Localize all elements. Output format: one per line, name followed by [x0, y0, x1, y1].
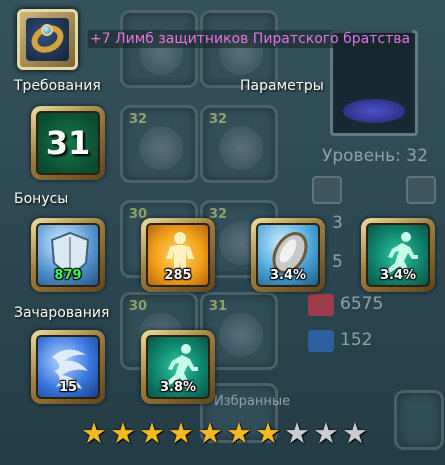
inventory-slot[interactable]: 32 [120, 105, 198, 183]
star-filled-icon: ★ [197, 416, 223, 450]
stat-health: 6575 [340, 294, 384, 314]
star-empty-icon: ★ [342, 416, 368, 450]
inventory-slot[interactable] [394, 390, 444, 450]
bonus-value: 3.4% [269, 268, 307, 283]
rating-stars: ★ ★ ★ ★ ★ ★ ★ ★ ★ ★ [80, 418, 369, 448]
enchantment-value: 3.8% [159, 380, 197, 395]
bonus-slot[interactable]: 3.4% [251, 218, 325, 292]
sword-icon[interactable] [312, 176, 342, 204]
slot-level: 31 [209, 299, 228, 314]
bonus-value: 3.4% [379, 268, 417, 283]
bonus-slot[interactable]: 879 [31, 218, 105, 292]
slot-level: 30 [129, 299, 148, 314]
stat-partial: 5 [332, 252, 343, 272]
star-empty-icon: ★ [313, 416, 339, 450]
star-filled-icon: ★ [255, 416, 281, 450]
slot-level: 32 [209, 112, 228, 127]
bonus-slot[interactable]: 3.4% [361, 218, 435, 292]
shield-small-icon[interactable] [406, 176, 436, 204]
inventory-slot[interactable] [200, 10, 278, 88]
energy-icon [308, 330, 334, 352]
character-level: Уровень: 32 [322, 146, 428, 166]
star-filled-icon: ★ [226, 416, 252, 450]
favorites-tab[interactable]: Избранные [214, 394, 290, 409]
slot-level: 32 [129, 112, 148, 127]
inventory-slot[interactable]: 32 [200, 105, 278, 183]
bonus-slot[interactable]: 285 [141, 218, 215, 292]
stat-energy: 152 [340, 330, 373, 350]
enchantment-value: 15 [58, 380, 78, 395]
enchantment-slot[interactable]: 3.8% [141, 330, 215, 404]
bonuses-heading: Бонусы [14, 191, 69, 207]
health-icon [308, 294, 334, 316]
stat-partial: 3 [332, 213, 343, 233]
requirements-heading: Требования [14, 78, 101, 94]
star-filled-icon: ★ [168, 416, 194, 450]
bonus-value: 879 [54, 268, 82, 283]
requirement-level-badge: 31 [31, 106, 105, 180]
star-empty-icon: ★ [284, 416, 310, 450]
item-icon [17, 9, 78, 70]
star-filled-icon: ★ [81, 416, 107, 450]
enchantment-slot[interactable]: 15 [31, 330, 105, 404]
star-filled-icon: ★ [139, 416, 165, 450]
star-filled-icon: ★ [110, 416, 136, 450]
inventory-slot[interactable] [120, 10, 198, 88]
enchantments-heading: Зачарования [14, 305, 110, 321]
bonus-value: 285 [164, 268, 192, 283]
item-title: +7 Лимб защитников Пиратского братства [88, 30, 413, 48]
required-level: 31 [45, 124, 91, 162]
gold-ring-blue-gem-icon [26, 18, 69, 61]
parameters-heading: Параметры [240, 78, 324, 94]
